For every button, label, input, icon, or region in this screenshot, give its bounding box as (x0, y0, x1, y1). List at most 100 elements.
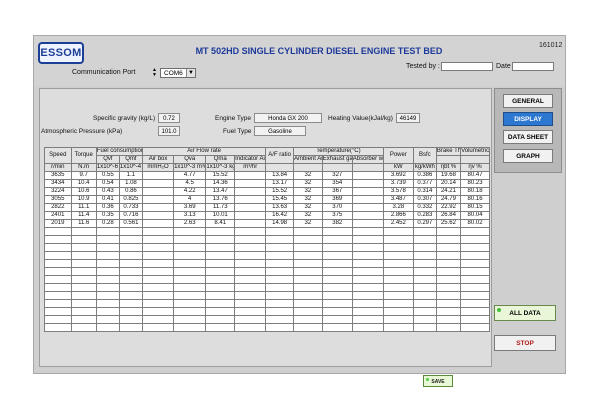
graph-button[interactable]: GRAPH (503, 149, 553, 163)
tested-by-input[interactable] (441, 62, 493, 71)
spin-icon[interactable]: ▲ ▼ (150, 68, 159, 78)
table-cell (173, 283, 207, 292)
table-cell: 13.17 (265, 179, 294, 188)
date-input[interactable] (512, 62, 554, 71)
table-cell (95, 267, 120, 276)
table-cell (44, 283, 72, 292)
table-cell (44, 323, 72, 332)
table-row-empty (44, 315, 490, 324)
unit-exhaust (321, 163, 353, 172)
table-cell (292, 291, 323, 300)
specific-gravity-field[interactable]: 0.72 (158, 113, 180, 123)
table-row: 3434 10.4 0.54 1.08 4.5 14.36 13.17 32 354 3.739 0… (44, 179, 490, 188)
table-cell (118, 235, 143, 244)
chevron-down-icon[interactable]: ▼ (186, 69, 195, 77)
table-cell (205, 323, 236, 332)
nav-button-group: GENERAL DISPLAY DATA SHEET GRAPH (494, 88, 562, 173)
comm-port-control[interactable]: ▲ ▼ COM6 ▼ (150, 68, 196, 78)
data-sheet-button[interactable]: DATA SHEET (503, 130, 553, 144)
table-cell (95, 275, 120, 284)
table-cell (412, 259, 437, 268)
table-cell (118, 283, 143, 292)
table-cell: 2.452 (382, 219, 414, 228)
table-cell (44, 251, 72, 260)
table-cell (321, 235, 353, 244)
right-panel: GENERAL DISPLAY DATA SHEET GRAPH ALL DAT… (494, 88, 562, 371)
table-cell (435, 307, 462, 316)
comm-port-select[interactable]: COM6 ▼ (160, 68, 196, 78)
table-cell (95, 323, 120, 332)
table-cell (234, 299, 267, 308)
header-row-1: Speed Torque Fuel consumption Air Flow r… (44, 147, 490, 164)
table-cell: 80.02 (460, 219, 490, 228)
table-cell (292, 283, 323, 292)
table-cell: 3.69 (173, 203, 207, 212)
table-cell (141, 171, 175, 180)
table-cell (141, 203, 175, 212)
col-qma: Qma (205, 155, 236, 164)
table-cell (173, 235, 207, 244)
date-label: Date (496, 63, 511, 70)
table-cell: 0.86 (118, 187, 143, 196)
table-cell (234, 171, 267, 180)
table-cell (412, 283, 437, 292)
table-row-empty (44, 275, 490, 284)
table-cell (265, 227, 294, 236)
table-cell (292, 323, 323, 332)
table-cell: 24.21 (435, 187, 462, 196)
col-speed: Speed (44, 147, 72, 164)
table-cell: 13.47 (205, 187, 236, 196)
table-cell (141, 283, 175, 292)
table-cell (95, 243, 120, 252)
table-cell (351, 187, 384, 196)
table-cell (321, 315, 353, 324)
header-bar: ESSOM MT 502HD SINGLE CYLINDER DIESEL EN… (34, 36, 565, 86)
table-cell (173, 243, 207, 252)
table-cell (351, 315, 384, 324)
table-cell (205, 251, 236, 260)
table-cell (205, 307, 236, 316)
table-cell (435, 243, 462, 252)
table-cell: 370 (321, 203, 353, 212)
table-cell (382, 227, 414, 236)
all-data-label: ALL DATA (509, 310, 541, 317)
table-cell (382, 283, 414, 292)
all-data-button[interactable]: ALL DATA (494, 305, 556, 321)
table-cell (351, 307, 384, 316)
table-cell (382, 291, 414, 300)
table-row: 3224 10.6 0.43 0.86 4.22 13.47 15.52 32 367 3.578… (44, 187, 490, 196)
table-cell (44, 275, 72, 284)
table-cell (435, 315, 462, 324)
table-cell (205, 267, 236, 276)
table-cell (205, 235, 236, 244)
table-cell: 3055 (44, 195, 72, 204)
table-cell (44, 243, 72, 252)
table-cell (321, 291, 353, 300)
display-button[interactable]: DISPLAY (503, 112, 553, 126)
table-cell (265, 267, 294, 276)
table-cell (435, 299, 462, 308)
atm-pressure-field[interactable]: 101.0 (158, 126, 180, 136)
table-cell: 0.35 (95, 211, 120, 220)
save-button[interactable]: SAVE (423, 375, 453, 387)
table-cell: 20.14 (435, 179, 462, 188)
table-cell (321, 227, 353, 236)
table-cell (141, 267, 175, 276)
heating-value-field[interactable]: 46149 (396, 113, 420, 123)
table-cell (44, 315, 72, 324)
engine-type-field[interactable]: Honda GX 200 (254, 113, 322, 123)
table-cell: 80.04 (460, 211, 490, 220)
general-button[interactable]: GENERAL (503, 94, 553, 108)
fuel-type-field[interactable]: Gasoline (254, 126, 306, 136)
stop-button[interactable]: STOP (494, 335, 556, 351)
table-cell: 3.28 (382, 203, 414, 212)
table-row-empty (44, 251, 490, 260)
table-cell (205, 227, 236, 236)
table-cell (412, 315, 437, 324)
specific-gravity-label: Specific gravity (kg/L) (93, 115, 156, 122)
col-brake-thermal: Brake Thermal Efficiency (435, 147, 462, 156)
table-cell (292, 315, 323, 324)
table-cell (265, 291, 294, 300)
table-cell: 3.692 (382, 171, 414, 180)
table-cell (173, 299, 207, 308)
